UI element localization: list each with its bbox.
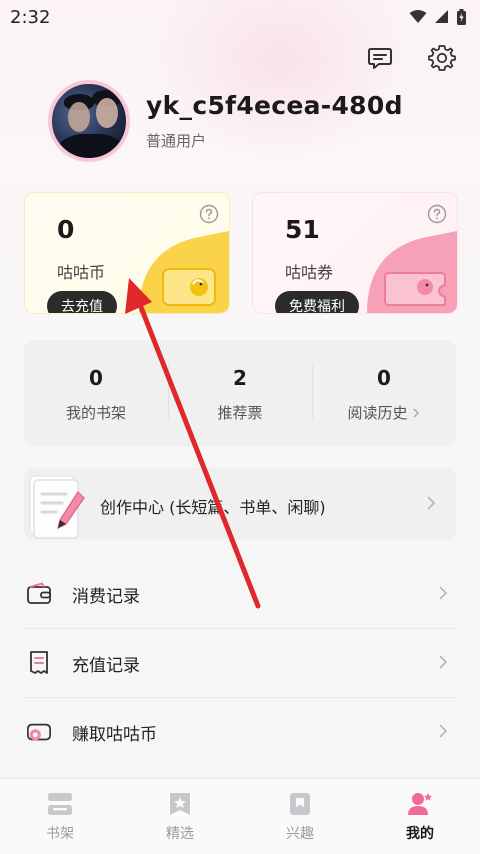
chevron-right-icon [439,724,448,738]
help-icon[interactable] [199,204,219,228]
top-actions [364,42,458,74]
interest-icon [290,793,310,815]
stat-recommend-votes[interactable]: 2 推荐票 [168,340,312,446]
user-level: 普通用户 [146,132,207,150]
coins-label: 咕咕币 [57,263,106,282]
status-bar: 2:32 [0,0,480,34]
tab-label: 书架 [46,826,74,842]
menu-item-earn-coins[interactable]: 赚取咕咕币 [24,698,456,767]
chevron-right-icon [439,586,448,600]
help-icon[interactable] [427,204,447,228]
gear-icon [428,45,456,71]
tab-label: 精选 [166,826,194,842]
stat-label: 阅读历史 [347,402,420,423]
stats-panel: 0 我的书架 2 推荐票 0 阅读历史 [24,340,456,446]
message-button[interactable] [364,42,396,74]
profile-text: yk_c5f4ecea-480d 普通用户 [146,91,403,151]
coins-card[interactable]: 0 咕咕币 去充值 [24,192,230,314]
bookshelf-icon [48,793,72,815]
username[interactable]: yk_c5f4ecea-480d [146,91,403,120]
status-icons [409,9,466,25]
avatar[interactable] [48,80,130,162]
chevron-right-icon [439,655,448,669]
menu-label: 充值记录 [72,655,140,676]
wifi-icon [409,10,427,23]
profile-icon [408,793,432,815]
stat-label: 我的书架 [65,404,126,422]
wallet-icon [26,581,52,607]
stat-reading-history[interactable]: 0 阅读历史 [312,340,456,446]
tab-interest[interactable]: 兴趣 [240,779,360,854]
creation-label: 创作中心 (长短篇、书单、闲聊) [100,498,326,517]
vouchers-card[interactable]: 51 咕咕券 免费福利 [252,192,458,314]
status-time: 2:32 [10,6,51,28]
earn-coins-icon [26,720,52,746]
chevron-right-icon [412,407,419,418]
vouchers-illustration [367,231,457,313]
coins-value: 0 [57,215,75,244]
stat-bookshelf[interactable]: 0 我的书架 [24,340,168,446]
chevron-right-icon [427,496,436,510]
menu-label: 消费记录 [72,586,140,607]
stat-value: 2 [233,366,247,390]
tab-bookshelf[interactable]: 书架 [0,779,120,854]
message-icon [368,48,392,69]
tab-label: 我的 [406,826,434,842]
stat-value: 0 [89,366,103,390]
menu-item-recharge-records[interactable]: 充值记录 [24,629,456,698]
bottom-tab-bar: 书架 精选 兴趣 我的 [0,778,480,854]
stat-label: 推荐票 [217,404,263,422]
vouchers-label: 咕咕券 [285,263,334,282]
menu-list: 消费记录 充值记录 赚取咕咕币 [0,560,480,767]
signal-icon [435,10,448,23]
free-benefits-button[interactable]: 免费福利 [275,291,359,313]
battery-icon [457,9,466,25]
tab-featured[interactable]: 精选 [120,779,240,854]
tab-profile[interactable]: 我的 [360,779,480,854]
profile-header: yk_c5f4ecea-480d 普通用户 [48,80,403,162]
recharge-button[interactable]: 去充值 [47,291,117,313]
notebook-pen-icon [29,475,85,539]
settings-button[interactable] [426,42,458,74]
menu-label: 赚取咕咕币 [72,725,157,745]
receipt-icon [26,650,52,676]
menu-item-spending-records[interactable]: 消费记录 [24,560,456,629]
tab-label: 兴趣 [286,826,314,842]
vouchers-value: 51 [285,215,320,244]
creation-center[interactable]: 创作中心 (长短篇、书单、闲聊) [24,468,456,540]
featured-icon [170,793,190,815]
stat-value: 0 [377,366,391,390]
coins-illustration [139,231,229,313]
